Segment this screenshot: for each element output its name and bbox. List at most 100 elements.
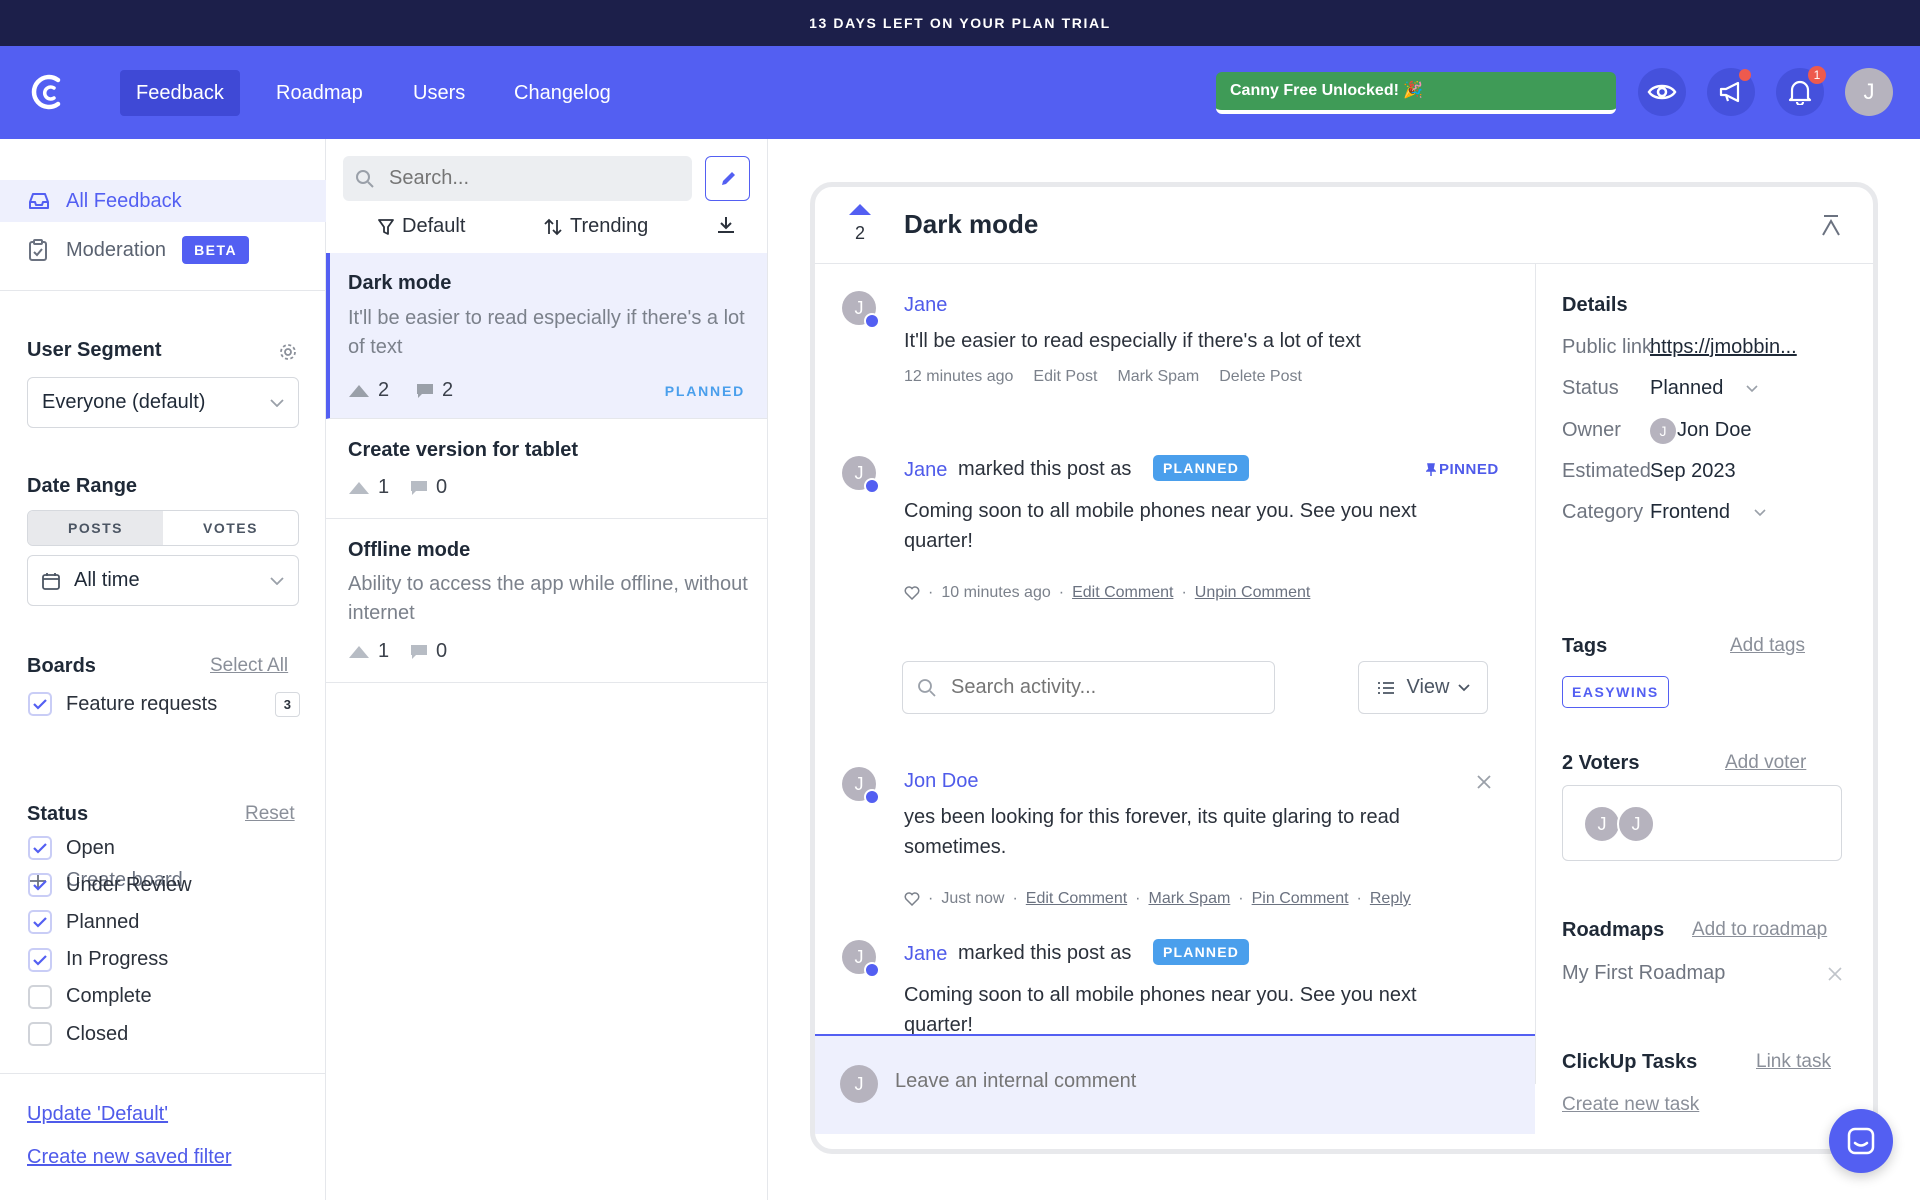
checkbox[interactable] (28, 947, 52, 972)
status-filter-closed[interactable]: Closed (28, 1022, 128, 1046)
post-card[interactable]: Offline mode Ability to access the app w… (326, 519, 767, 683)
status-filter-complete[interactable]: Complete (28, 984, 152, 1009)
author-name[interactable]: Jane (904, 294, 947, 317)
posts-toggle[interactable]: POSTS (28, 511, 163, 545)
chevron-down-icon (1746, 385, 1758, 393)
nav-feedback[interactable]: Feedback (120, 70, 240, 116)
author-name[interactable]: Jane (904, 459, 947, 482)
detail-vote-count: 2 (854, 223, 865, 243)
search-field[interactable] (343, 156, 692, 201)
board-feature-requests[interactable]: Feature requests 3 (28, 691, 300, 717)
voter-avatar[interactable]: J (1617, 805, 1655, 843)
date-range-select[interactable]: All time (27, 555, 299, 606)
user-avatar[interactable]: J (1845, 68, 1893, 116)
vote-count: 2 (348, 379, 389, 402)
internal-comment-input[interactable] (895, 1070, 1395, 1093)
edit-comment-link[interactable]: Edit Comment (1026, 890, 1127, 908)
gear-icon[interactable] (278, 342, 298, 362)
create-task-link[interactable]: Create new task (1562, 1094, 1699, 1116)
new-post-button[interactable] (705, 156, 750, 201)
select-all-link[interactable]: Select All (210, 655, 288, 677)
checkbox[interactable] (28, 692, 52, 716)
checkbox[interactable] (28, 836, 52, 860)
status-filter-planned[interactable]: Planned (28, 910, 139, 935)
sort-button[interactable]: Trending (544, 215, 648, 238)
filter-button[interactable]: Default (378, 215, 465, 238)
check-icon (33, 954, 47, 966)
comment-bubble-icon (417, 383, 433, 398)
status-filter-open[interactable]: Open (28, 836, 115, 860)
search-activity-field[interactable] (902, 661, 1275, 714)
checkbox[interactable] (28, 910, 52, 935)
post-list-column: Default Trending Dark mode It'll be easi… (326, 139, 768, 1200)
download-icon[interactable] (716, 215, 736, 235)
preview-button[interactable] (1638, 68, 1686, 116)
detail-value-status[interactable]: Planned (1650, 377, 1723, 400)
planned-status-pill: PLANNED (1153, 455, 1250, 481)
roadmaps-title: Roadmaps (1562, 919, 1665, 941)
edit-comment-link[interactable]: Edit Comment (1072, 584, 1173, 602)
author-name[interactable]: Jane (904, 943, 947, 966)
detail-value-category[interactable]: Frontend (1650, 501, 1730, 524)
funnel-icon (378, 218, 394, 235)
canny-logo-icon[interactable] (28, 70, 68, 114)
voter-avatar[interactable]: J (1583, 805, 1621, 843)
nav-changelog[interactable]: Changelog (498, 70, 627, 116)
chat-launcher-button[interactable] (1829, 1109, 1893, 1173)
roadmap-item[interactable]: My First Roadmap (1562, 962, 1725, 985)
voters-title: 2 Voters (1562, 752, 1640, 774)
status-filter-under-review[interactable]: Under Review (28, 873, 192, 898)
heart-icon[interactable] (904, 586, 920, 600)
close-icon[interactable] (1828, 967, 1842, 981)
detail-value-public-link[interactable]: https://jmobbin... (1650, 336, 1810, 359)
tag-badge[interactable]: EASYWINS (1562, 676, 1669, 708)
calendar-icon (42, 572, 60, 590)
comment-meta: · Just now · Edit Comment · Mark Spam · Pin … (904, 890, 1411, 908)
create-saved-filter-link[interactable]: Create new saved filter (27, 1146, 232, 1169)
add-voter-link[interactable]: Add voter (1725, 752, 1806, 774)
internal-comment-bar[interactable]: J (815, 1034, 1535, 1134)
upvote-button[interactable]: 2 (845, 203, 875, 244)
nav-users[interactable]: Users (397, 70, 481, 116)
detail-label: Owner (1562, 418, 1621, 441)
author-name[interactable]: Jon Doe (904, 770, 979, 793)
star-badge-icon (864, 962, 880, 978)
announcements-button[interactable] (1707, 68, 1755, 116)
status-reset-link[interactable]: Reset (245, 803, 295, 825)
mark-spam-link[interactable]: Mark Spam (1149, 890, 1231, 908)
board-label: Feature requests (66, 692, 218, 715)
checkbox[interactable] (28, 1022, 52, 1046)
sidebar-item-all-feedback[interactable]: All Feedback (0, 180, 326, 222)
upvote-triangle-icon (349, 384, 369, 397)
post-card-selected[interactable]: Dark mode It'll be easier to read especi… (326, 253, 767, 419)
unpin-comment-link[interactable]: Unpin Comment (1195, 584, 1311, 602)
checkbox[interactable] (28, 873, 52, 898)
link-task-link[interactable]: Link task (1756, 1051, 1831, 1073)
add-tags-link[interactable]: Add tags (1730, 635, 1805, 657)
votes-toggle[interactable]: VOTES (163, 511, 298, 545)
mark-spam-link[interactable]: Mark Spam (1117, 368, 1199, 386)
user-segment-select[interactable]: Everyone (default) (27, 377, 299, 428)
notifications-button[interactable]: 1 (1776, 66, 1826, 116)
search-activity-input[interactable] (951, 676, 1251, 699)
nav-roadmap[interactable]: Roadmap (260, 70, 379, 116)
search-icon (918, 678, 936, 697)
sidebar-item-moderation[interactable]: Moderation BETA (0, 229, 326, 271)
view-dropdown[interactable]: View (1358, 661, 1488, 714)
status-filter-in-progress[interactable]: In Progress (28, 947, 168, 972)
edit-post-link[interactable]: Edit Post (1033, 368, 1097, 386)
heart-icon[interactable] (904, 892, 920, 906)
unlocked-banner-button[interactable]: Canny Free Unlocked! 🎉 (1216, 72, 1616, 114)
inbox-icon (29, 193, 49, 209)
collapse-icon[interactable] (1819, 213, 1843, 237)
pin-comment-link[interactable]: Pin Comment (1252, 890, 1349, 908)
checkbox[interactable] (28, 984, 52, 1009)
details-title: Details (1562, 294, 1628, 316)
add-to-roadmap-link[interactable]: Add to roadmap (1692, 919, 1827, 941)
post-card[interactable]: Create version for tablet 1 0 (326, 419, 767, 519)
update-filter-link[interactable]: Update 'Default' (27, 1103, 168, 1126)
search-input[interactable] (389, 167, 669, 190)
close-icon[interactable] (1477, 775, 1491, 789)
delete-post-link[interactable]: Delete Post (1219, 368, 1302, 386)
reply-link[interactable]: Reply (1370, 890, 1411, 908)
